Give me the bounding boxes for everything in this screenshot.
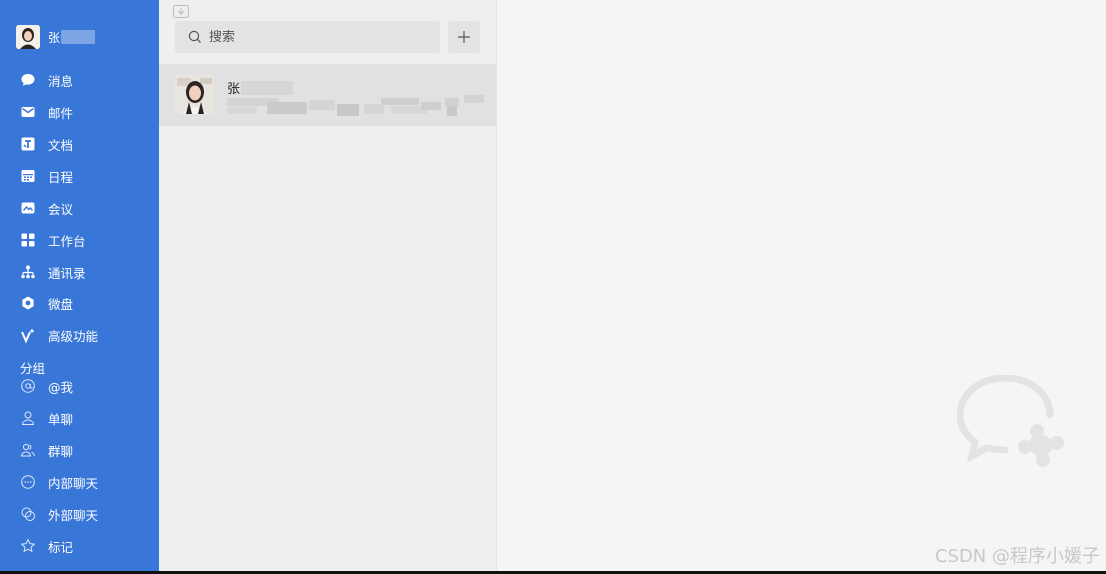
group-label: @我 bbox=[48, 379, 74, 395]
external-chat-icon bbox=[20, 506, 36, 522]
nav-item-calendar[interactable]: 日程 bbox=[0, 162, 159, 190]
nav-label: 日程 bbox=[48, 169, 74, 185]
group-label: 外部聊天 bbox=[48, 507, 99, 523]
group-item-internal-chat[interactable]: 内部聊天 bbox=[0, 468, 159, 496]
group-label: 标记 bbox=[48, 539, 74, 555]
nav-item-docs[interactable]: 文档 bbox=[0, 130, 159, 158]
profile-name: 张 bbox=[48, 30, 61, 45]
group-item-external-chat[interactable]: 外部聊天 bbox=[0, 500, 159, 528]
search-box[interactable] bbox=[175, 21, 440, 53]
internal-chat-icon bbox=[20, 474, 36, 490]
sparkle-icon bbox=[20, 327, 36, 343]
person-icon bbox=[20, 410, 36, 426]
group-item-starred[interactable]: 标记 bbox=[0, 532, 159, 560]
watermark: CSDN @程序小媛子 bbox=[934, 546, 1100, 567]
redacted-name bbox=[241, 80, 294, 95]
wecom-logo-icon bbox=[957, 375, 1064, 467]
redacted-name bbox=[61, 30, 96, 44]
calendar-icon bbox=[20, 168, 36, 184]
nav-label: 会议 bbox=[48, 201, 74, 217]
group-label: 单聊 bbox=[48, 411, 74, 427]
conversation-name: 张 bbox=[227, 82, 241, 97]
group-label: 内部聊天 bbox=[48, 475, 99, 491]
nav-item-advanced[interactable]: 高级功能 bbox=[0, 321, 159, 349]
profile[interactable]: 张 bbox=[16, 25, 96, 49]
profile-name-row: 张 bbox=[48, 29, 96, 46]
conversation-name-row: 张 bbox=[227, 78, 294, 97]
search-input[interactable] bbox=[209, 29, 429, 45]
nav-label: 高级功能 bbox=[48, 328, 99, 344]
conversation-list-panel: 张 bbox=[159, 0, 497, 571]
sidebar: 张 消息 邮件 文档 日程 会议 工作台 通讯录 微盘 高级功能 分组 @我 单… bbox=[0, 0, 159, 571]
add-button[interactable] bbox=[448, 21, 480, 53]
mail-icon bbox=[20, 104, 36, 120]
nav-label: 工作台 bbox=[48, 233, 86, 249]
conversation-avatar bbox=[175, 74, 215, 114]
chat-bubble-icon bbox=[20, 72, 36, 88]
meeting-icon bbox=[20, 200, 36, 216]
conversation-item[interactable]: 张 bbox=[159, 64, 496, 126]
nav-label: 文档 bbox=[48, 137, 74, 153]
org-chart-icon bbox=[20, 264, 36, 280]
grid-icon bbox=[20, 232, 36, 248]
document-icon bbox=[20, 136, 36, 152]
nav-item-workbench[interactable]: 工作台 bbox=[0, 226, 159, 254]
main-panel: CSDN @程序小媛子 bbox=[497, 0, 1106, 571]
group-icon bbox=[20, 442, 36, 458]
nav-item-contacts[interactable]: 通讯录 bbox=[0, 258, 159, 286]
nav-item-mail[interactable]: 邮件 bbox=[0, 98, 159, 126]
nav-label: 通讯录 bbox=[48, 265, 86, 281]
drive-icon bbox=[20, 295, 36, 311]
group-item-mentions[interactable]: @我 bbox=[0, 372, 159, 400]
star-icon bbox=[20, 538, 36, 554]
collapse-icon[interactable] bbox=[173, 3, 189, 18]
nav-item-drive[interactable]: 微盘 bbox=[0, 289, 159, 317]
group-item-group-chat[interactable]: 群聊 bbox=[0, 436, 159, 464]
user-avatar[interactable] bbox=[16, 25, 40, 49]
nav-label: 消息 bbox=[48, 73, 74, 89]
nav-label: 邮件 bbox=[48, 105, 74, 121]
nav-label: 微盘 bbox=[48, 296, 74, 312]
nav-item-meeting[interactable]: 会议 bbox=[0, 194, 159, 222]
at-icon bbox=[20, 378, 36, 394]
nav-item-messages[interactable]: 消息 bbox=[0, 66, 159, 94]
group-item-single-chat[interactable]: 单聊 bbox=[0, 404, 159, 432]
search-icon bbox=[187, 29, 203, 45]
group-label: 群聊 bbox=[48, 443, 74, 459]
plus-icon bbox=[458, 31, 470, 43]
